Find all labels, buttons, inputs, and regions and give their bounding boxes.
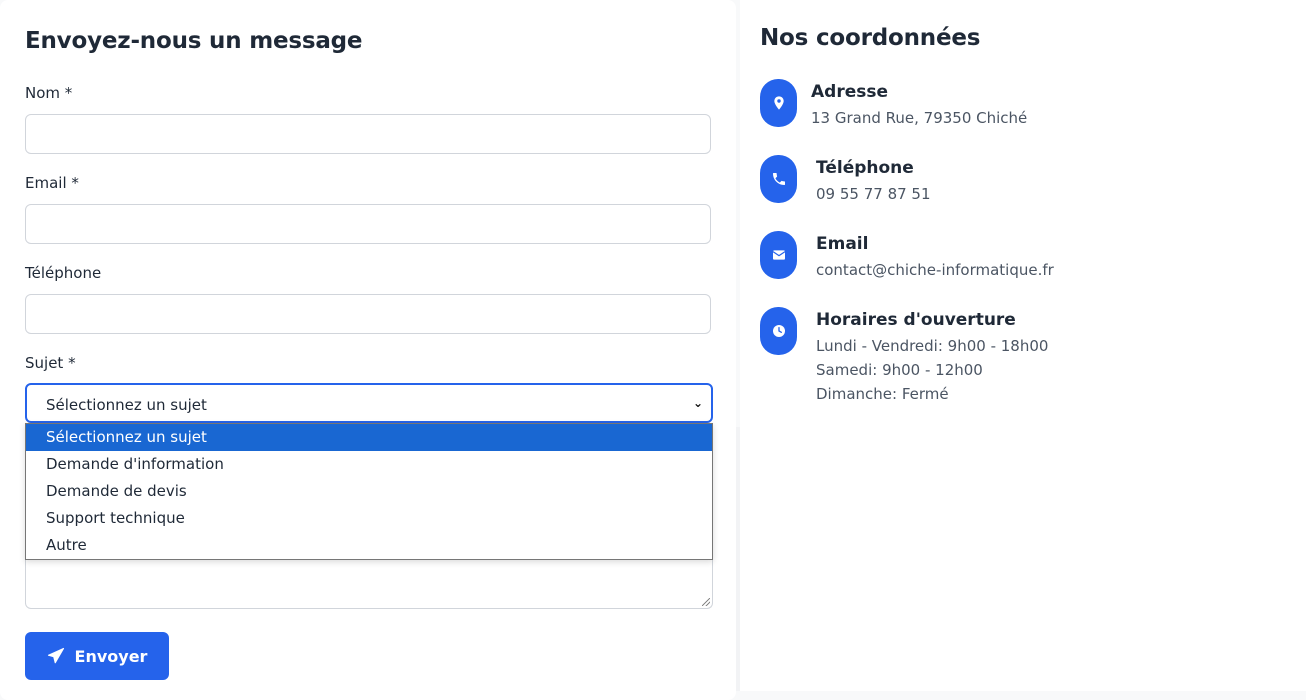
name-label: Nom *: [25, 84, 73, 102]
envelope-icon: [760, 231, 797, 279]
message-textarea[interactable]: [25, 559, 713, 609]
email-input[interactable]: [25, 204, 711, 244]
subject-option[interactable]: Autre: [26, 532, 712, 559]
name-input[interactable]: [25, 114, 711, 154]
resize-grip-icon[interactable]: [702, 598, 710, 606]
clock-icon: [760, 307, 797, 355]
phone-icon: [760, 155, 797, 203]
send-button-label: Envoyer: [74, 646, 148, 666]
phone-text[interactable]: 09 55 77 87 51: [816, 182, 931, 206]
subject-select-value: Sélectionnez un sujet: [46, 396, 207, 414]
email-label: Email *: [25, 174, 79, 192]
subject-option[interactable]: Support technique: [26, 505, 712, 532]
hours-line: Dimanche: Fermé: [816, 385, 949, 403]
phone-label: Téléphone: [25, 264, 102, 282]
phone-input[interactable]: [25, 294, 711, 334]
hours-heading: Horaires d'ouverture: [816, 310, 1016, 330]
email-heading: Email: [816, 234, 869, 254]
subject-select[interactable]: Sélectionnez un sujet ⌄: [25, 383, 713, 423]
contact-form-card: Envoyez-nous un message Nom * Email * Té…: [0, 0, 736, 700]
address-heading: Adresse: [811, 82, 889, 102]
subject-option[interactable]: Sélectionnez un sujet: [26, 424, 712, 451]
subject-label: Sujet *: [25, 354, 76, 372]
form-title: Envoyez-nous un message: [25, 28, 363, 54]
subject-option[interactable]: Demande de devis: [26, 478, 712, 505]
phone-heading: Téléphone: [816, 158, 914, 178]
hours-line: Lundi - Vendredi: 9h00 - 18h00: [816, 337, 1049, 355]
send-button[interactable]: Envoyer: [25, 632, 169, 680]
address-text: 13 Grand Rue, 79350 Chiché: [811, 109, 1028, 127]
email-text[interactable]: contact@chiche-informatique.fr: [816, 258, 1054, 282]
subject-option[interactable]: Demande d'information: [26, 451, 712, 478]
chevron-down-icon: ⌄: [692, 396, 703, 410]
hours-line: Samedi: 9h00 - 12h00: [816, 361, 983, 379]
map-pin-icon: [760, 79, 797, 127]
contact-title: Nos coordonnées: [760, 25, 981, 51]
paper-plane-icon: [47, 647, 64, 664]
subject-dropdown-list: Sélectionnez un sujet Demande d'informat…: [25, 423, 713, 560]
